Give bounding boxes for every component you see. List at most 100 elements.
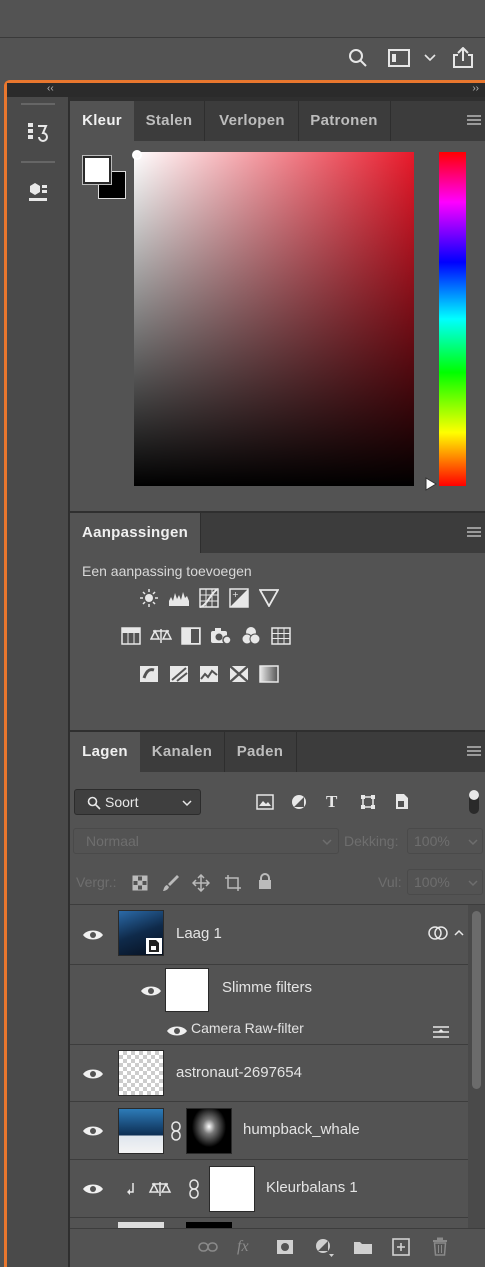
opacity-value: 100% (414, 833, 450, 849)
panel-icon-column (7, 97, 69, 1267)
color-picker-cursor[interactable] (132, 150, 142, 160)
tab-verlopen[interactable]: Verlopen (204, 101, 300, 141)
grip (21, 161, 55, 163)
hue-saturation-icon[interactable] (120, 625, 142, 647)
photo-filter-icon[interactable] (210, 625, 232, 647)
layer-name[interactable]: Slimme filters (222, 979, 312, 996)
collapse-right-icon[interactable]: ›› (472, 83, 479, 94)
smart-filter-indicator-icon[interactable] (428, 925, 448, 941)
channel-mixer-icon[interactable] (240, 625, 262, 647)
link-chain-icon[interactable] (188, 1179, 200, 1199)
hue-slider-handle-icon[interactable] (425, 477, 437, 491)
lock-all-icon[interactable] (258, 873, 272, 890)
tab-kanalen[interactable]: Kanalen (140, 732, 224, 772)
search-icon (87, 796, 101, 810)
smart-filter-mask-thumbnail (165, 968, 209, 1012)
visibility-eye-icon[interactable] (166, 1024, 188, 1038)
tab-stalen[interactable]: Stalen (134, 101, 204, 141)
chevron-down-icon[interactable] (422, 46, 438, 70)
search-icon[interactable] (346, 46, 370, 70)
threshold-icon[interactable] (198, 663, 220, 685)
color-balance-icon[interactable] (150, 625, 172, 647)
visibility-eye-icon[interactable] (82, 1067, 104, 1081)
curves-icon[interactable] (198, 587, 220, 609)
tab-patronen[interactable]: Patronen (298, 101, 390, 141)
exposure-icon[interactable]: + (228, 587, 250, 609)
tab-paden[interactable]: Paden (224, 732, 296, 772)
levels-icon[interactable] (168, 587, 190, 609)
visibility-eye-icon[interactable] (140, 984, 162, 998)
layer-mask-thumbnail[interactable] (186, 1108, 232, 1154)
new-layer-icon[interactable] (392, 1238, 410, 1256)
black-white-icon[interactable] (180, 625, 202, 647)
link-layers-icon[interactable] (198, 1241, 218, 1253)
filter-name[interactable]: Camera Raw-filter (191, 1020, 304, 1036)
layer-thumbnail (118, 1050, 164, 1096)
opacity-field[interactable]: 100% (407, 828, 483, 854)
hue-slider[interactable] (439, 152, 466, 486)
adjustments-row-1: + (138, 587, 280, 609)
dock-collapse-bar[interactable]: ‹‹ ›› (7, 83, 485, 97)
filter-toggle[interactable] (469, 790, 479, 814)
layer-row-humpback-whale[interactable]: humpback_whale (70, 1102, 485, 1160)
vibrance-icon[interactable] (258, 587, 280, 609)
layer-mask-thumbnail[interactable] (209, 1166, 255, 1212)
layer-row-kleurbalans-1[interactable]: Kleurbalans 1 (70, 1160, 485, 1218)
color-field[interactable] (134, 152, 414, 486)
adjustments-row-3 (138, 663, 280, 685)
layer-name[interactable]: astronaut-2697654 (176, 1064, 302, 1081)
filter-blending-options-icon[interactable] (432, 1023, 450, 1039)
lock-transparent-pixels-icon[interactable] (132, 875, 148, 891)
new-group-folder-icon[interactable] (353, 1239, 373, 1255)
brightness-contrast-icon[interactable] (138, 587, 160, 609)
scrollbar-thumb[interactable] (472, 911, 481, 1089)
panel-menu-icon[interactable] (467, 746, 481, 758)
panel-menu-icon[interactable] (467, 527, 481, 539)
tab-kleur[interactable]: Kleur (70, 101, 134, 141)
lock-artboard-icon[interactable] (224, 874, 242, 892)
blend-mode-dropdown[interactable]: Normaal (73, 828, 339, 854)
visibility-eye-icon[interactable] (82, 1124, 104, 1138)
shape-layer-filter-icon[interactable] (360, 794, 376, 810)
new-adjustment-layer-icon[interactable] (315, 1238, 335, 1258)
3d-panel-icon[interactable] (21, 177, 55, 207)
layer-name[interactable]: Kleurbalans 1 (266, 1179, 358, 1196)
pixel-layer-filter-icon[interactable] (256, 794, 274, 810)
history-panel-icon[interactable] (21, 117, 55, 147)
tab-aanpassingen[interactable]: Aanpassingen (70, 513, 200, 553)
chevron-down-icon (468, 839, 478, 846)
color-lookup-icon[interactable] (270, 625, 292, 647)
visibility-eye-icon[interactable] (82, 1182, 104, 1196)
visibility-eye-icon[interactable] (82, 928, 104, 942)
share-icon[interactable] (450, 46, 476, 70)
tab-lagen[interactable]: Lagen (70, 732, 140, 772)
add-mask-icon[interactable] (276, 1239, 294, 1255)
layer-row-astronaut[interactable]: astronaut-2697654 (70, 1045, 485, 1102)
foreground-color-swatch[interactable] (82, 155, 112, 185)
panel-menu-icon[interactable] (467, 115, 481, 127)
adjustments-tabs: Aanpassingen (70, 513, 485, 553)
collapse-left-icon[interactable]: ‹‹ (47, 83, 54, 94)
layers-scrollbar[interactable] (468, 905, 485, 1228)
layer-style-fx-icon[interactable]: fx (237, 1238, 249, 1256)
invert-icon[interactable] (138, 663, 160, 685)
layer-row-camera-raw-filter[interactable]: Camera Raw-filter (70, 1017, 485, 1045)
layer-filter-dropdown[interactable]: Soort (74, 789, 201, 815)
lock-image-pixels-icon[interactable] (162, 874, 180, 892)
workspace-layout-icon[interactable] (386, 46, 412, 70)
smart-object-filter-icon[interactable] (395, 793, 409, 810)
layer-name[interactable]: humpback_whale (243, 1121, 360, 1138)
posterize-icon[interactable] (168, 663, 190, 685)
selective-color-icon[interactable] (228, 663, 250, 685)
layer-name[interactable]: Laag 1 (176, 925, 222, 942)
type-layer-filter-icon[interactable]: T (326, 792, 337, 812)
adjustment-layer-filter-icon[interactable] (291, 794, 307, 810)
fill-field[interactable]: 100% (407, 869, 483, 895)
gradient-map-icon[interactable] (258, 663, 280, 685)
layer-row-laag-1[interactable]: Laag 1 (70, 905, 485, 965)
link-chain-icon[interactable] (170, 1121, 182, 1141)
layer-row-smart-filters[interactable]: Slimme filters (70, 965, 485, 1017)
lock-position-icon[interactable] (192, 874, 210, 892)
chevron-up-icon[interactable] (454, 929, 464, 936)
delete-layer-trash-icon[interactable] (432, 1237, 448, 1256)
